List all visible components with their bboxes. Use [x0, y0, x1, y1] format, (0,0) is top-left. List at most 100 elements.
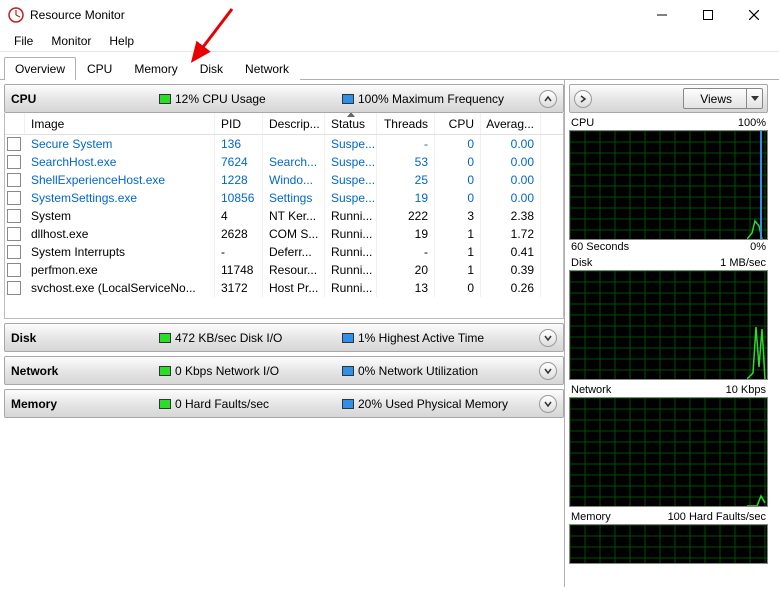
table-row[interactable]: perfmon.exe11748Resour...Runni...2010.39	[5, 261, 563, 279]
table-row[interactable]: svchost.exe (LocalServiceNo...3172Host P…	[5, 279, 563, 297]
maximize-button[interactable]	[685, 0, 731, 30]
green-square-icon	[159, 399, 171, 409]
cell-cpu: 0	[435, 153, 481, 171]
cell-status: Runni...	[325, 225, 377, 243]
row-checkbox[interactable]	[7, 137, 21, 151]
section-disk-header[interactable]: Disk 472 KB/sec Disk I/O 1% Highest Acti…	[4, 323, 564, 352]
cell-cpu: 0	[435, 171, 481, 189]
cell-cpu: 1	[435, 225, 481, 243]
cell-cpu: 0	[435, 189, 481, 207]
row-checkbox[interactable]	[7, 155, 21, 169]
cell-cpu: 0	[435, 135, 481, 153]
cell-status: Runni...	[325, 279, 377, 297]
table-header: Image PID Descrip... Status Threads CPU …	[5, 113, 563, 135]
row-checkbox[interactable]	[7, 227, 21, 241]
cell-description: NT Ker...	[263, 207, 325, 225]
table-row[interactable]: dllhost.exe2628COM S...Runni...1911.72	[5, 225, 563, 243]
cell-image: SearchHost.exe	[25, 153, 215, 171]
cell-description: Host Pr...	[263, 279, 325, 297]
chart-memory: Memory100 Hard Faults/sec	[569, 511, 768, 564]
cell-image: dllhost.exe	[25, 225, 215, 243]
minimize-button[interactable]	[639, 0, 685, 30]
section-network-header[interactable]: Network 0 Kbps Network I/O 0% Network Ut…	[4, 356, 564, 385]
tab-disk[interactable]: Disk	[189, 57, 234, 80]
chart-memory-canvas	[569, 524, 768, 564]
section-memory-header[interactable]: Memory 0 Hard Faults/sec 20% Used Physic…	[4, 389, 564, 418]
menu-monitor[interactable]: Monitor	[43, 32, 99, 50]
table-row[interactable]: System4NT Ker...Runni...22232.38	[5, 207, 563, 225]
tabs: Overview CPU Memory Disk Network	[0, 52, 779, 80]
row-checkbox[interactable]	[7, 173, 21, 187]
cell-average: 2.38	[481, 207, 541, 225]
cell-image: System Interrupts	[25, 243, 215, 261]
cell-threads: 222	[377, 207, 435, 225]
close-button[interactable]	[731, 0, 777, 30]
col-pid[interactable]: PID	[215, 113, 263, 134]
expand-toggle[interactable]	[539, 395, 557, 413]
cell-threads: 13	[377, 279, 435, 297]
chart-cpu-scale: 100%	[738, 117, 766, 129]
views-button[interactable]: Views	[683, 88, 763, 109]
blue-square-icon	[342, 366, 354, 376]
table-row[interactable]: Secure System136Suspe...-00.00	[5, 135, 563, 153]
views-label: Views	[700, 92, 732, 106]
cell-description: Windo...	[263, 171, 325, 189]
right-toolbar: Views	[569, 84, 768, 113]
cell-cpu: 3	[435, 207, 481, 225]
cell-image: System	[25, 207, 215, 225]
row-checkbox[interactable]	[7, 191, 21, 205]
cell-average: 0.00	[481, 153, 541, 171]
section-network-title: Network	[11, 364, 151, 378]
chart-cpu-xleft: 60 Seconds	[571, 241, 629, 253]
expand-toggle[interactable]	[539, 329, 557, 347]
cell-average: 0.00	[481, 135, 541, 153]
table-row[interactable]: SearchHost.exe7624Search...Suspe...5300.…	[5, 153, 563, 171]
menu-file[interactable]: File	[6, 32, 41, 50]
tab-cpu[interactable]: CPU	[76, 57, 123, 80]
tab-memory[interactable]: Memory	[123, 57, 188, 80]
col-image[interactable]: Image	[25, 113, 215, 134]
col-threads[interactable]: Threads	[377, 113, 435, 134]
row-checkbox[interactable]	[7, 281, 21, 295]
cell-cpu: 1	[435, 243, 481, 261]
section-cpu-header[interactable]: CPU 12% CPU Usage 100% Maximum Frequency	[4, 84, 564, 113]
col-average[interactable]: Averag...	[481, 113, 541, 134]
tab-network[interactable]: Network	[234, 57, 300, 80]
collapse-toggle[interactable]	[539, 90, 557, 108]
dropdown-icon[interactable]	[746, 89, 762, 108]
cell-pid: -	[215, 243, 263, 261]
right-pane[interactable]: Views CPU100% 60 Seconds0% Disk1 MB/sec …	[564, 80, 772, 587]
cell-description: Deferr...	[263, 243, 325, 261]
cell-threads: -	[377, 135, 435, 153]
expand-toggle[interactable]	[539, 362, 557, 380]
app-icon	[8, 7, 24, 23]
cell-average: 0.26	[481, 279, 541, 297]
cell-status: Suspe...	[325, 189, 377, 207]
table-row[interactable]: System Interrupts-Deferr...Runni...-10.4…	[5, 243, 563, 261]
section-memory-title: Memory	[11, 397, 151, 411]
cell-pid: 4	[215, 207, 263, 225]
green-square-icon	[159, 366, 171, 376]
titlebar: Resource Monitor	[0, 0, 779, 30]
row-checkbox[interactable]	[7, 209, 21, 223]
row-checkbox[interactable]	[7, 245, 21, 259]
cell-image: Secure System	[25, 135, 215, 153]
table-row[interactable]: SystemSettings.exe10856SettingsSuspe...1…	[5, 189, 563, 207]
window-title: Resource Monitor	[30, 8, 125, 22]
cell-image: ShellExperienceHost.exe	[25, 171, 215, 189]
tab-overview[interactable]: Overview	[4, 57, 76, 80]
menu-help[interactable]: Help	[101, 32, 142, 50]
cell-status: Suspe...	[325, 171, 377, 189]
cell-cpu: 1	[435, 261, 481, 279]
col-status[interactable]: Status	[325, 113, 377, 134]
cell-average: 0.39	[481, 261, 541, 279]
row-checkbox[interactable]	[7, 263, 21, 277]
table-body[interactable]: Secure System136Suspe...-00.00SearchHost…	[5, 135, 563, 318]
table-row[interactable]: ShellExperienceHost.exe1228Windo...Suspe…	[5, 171, 563, 189]
col-description[interactable]: Descrip...	[263, 113, 325, 134]
disk-io-label: 472 KB/sec Disk I/O	[175, 331, 282, 345]
collapse-right-toggle[interactable]	[574, 90, 592, 108]
cell-pid: 1228	[215, 171, 263, 189]
col-cpu[interactable]: CPU	[435, 113, 481, 134]
cell-description: Search...	[263, 153, 325, 171]
